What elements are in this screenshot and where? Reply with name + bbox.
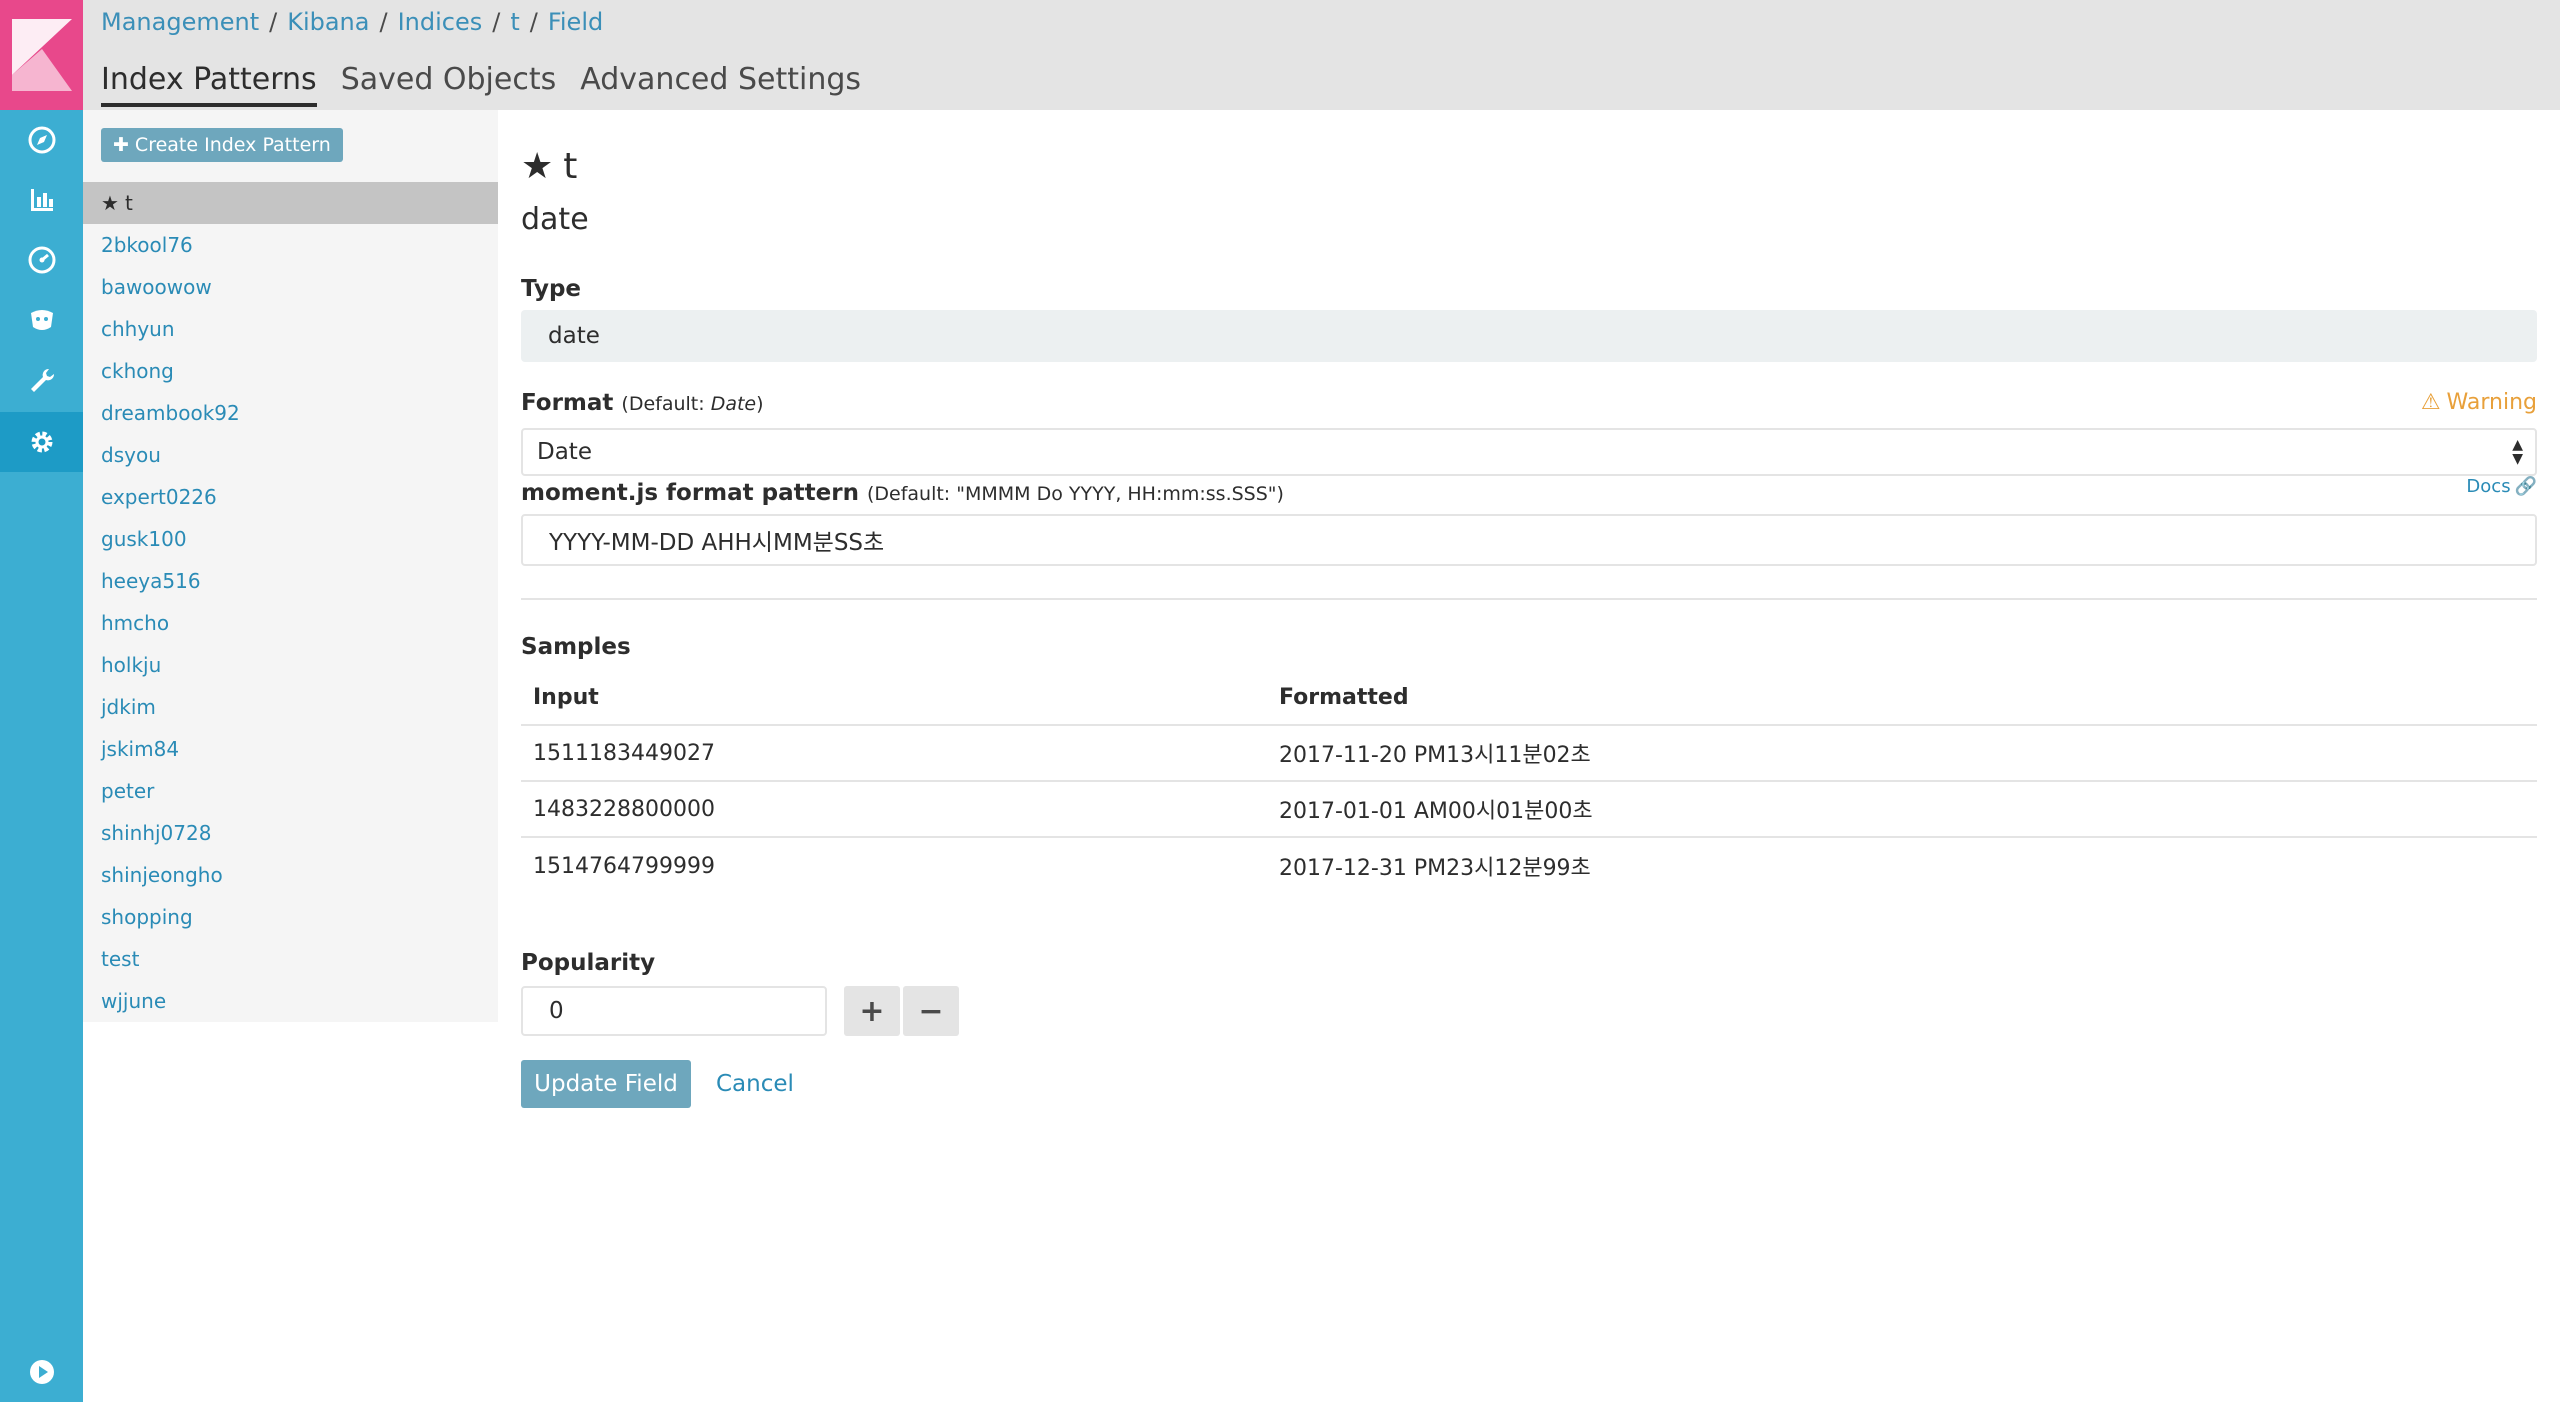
pattern-item[interactable]: shinjeongho	[83, 854, 498, 896]
type-label: Type	[521, 276, 582, 302]
pattern-item[interactable]: shopping	[83, 896, 498, 938]
field-name: date	[521, 202, 589, 237]
page-header: Management / Kibana / Indices / t / Fiel…	[83, 0, 2560, 110]
timelion-icon[interactable]	[0, 290, 83, 350]
format-default: (Default: Date)	[621, 393, 763, 415]
format-default-value: Date	[710, 393, 757, 415]
pattern-item[interactable]: holkju	[83, 644, 498, 686]
breadcrumb-field[interactable]: Field	[548, 8, 603, 36]
table-header: Input Formatted	[521, 670, 2537, 726]
index-pattern-title: t	[563, 146, 578, 187]
pattern-item[interactable]: jdkim	[83, 686, 498, 728]
plus-icon: +	[859, 993, 885, 1029]
star-icon: ★	[101, 191, 119, 215]
index-pattern-list: ★ t 2bkool76 bawoowow chhyun ckhong dream…	[83, 182, 498, 1022]
sample-input: 1514764799999	[533, 853, 715, 879]
breadcrumb-kibana[interactable]: Kibana	[287, 8, 369, 36]
pattern-item[interactable]: heeya516	[83, 560, 498, 602]
pattern-default: (Default: "MMMM Do YYYY, HH:mm:ss.SSS")	[866, 483, 1284, 505]
warning-icon: ⚠	[2420, 390, 2441, 415]
type-value: date	[521, 310, 2537, 362]
star-icon: ★	[521, 146, 554, 187]
sample-input: 1483228800000	[533, 796, 715, 822]
minus-icon: −	[918, 993, 944, 1029]
warning-label: Warning	[2446, 390, 2537, 415]
column-header-formatted: Formatted	[1279, 684, 1409, 710]
format-label-text: Format	[521, 390, 614, 416]
format-label: Format (Default: Date)	[521, 390, 764, 416]
column-header-input: Input	[533, 684, 599, 710]
sample-formatted: 2017-12-31 PM23시12분99초	[1279, 856, 1591, 881]
popularity-label: Popularity	[521, 950, 656, 976]
update-field-button[interactable]: Update Field	[521, 1060, 691, 1108]
tab-index-patterns[interactable]: Index Patterns	[101, 62, 317, 107]
select-arrows-icon: ▲ ▼	[2512, 437, 2523, 467]
table-row: 1511183449027 2017-11-20 PM13시11분02초	[521, 726, 2537, 782]
samples-table: Input Formatted 1511183449027 2017-11-20…	[521, 670, 2537, 894]
docs-label: Docs	[2466, 476, 2511, 497]
breadcrumb-index-pattern[interactable]: t	[510, 8, 519, 36]
sample-input: 1511183449027	[533, 740, 715, 766]
pattern-item[interactable]: jskim84	[83, 728, 498, 770]
format-default-suffix: )	[756, 393, 764, 415]
pattern-item[interactable]: dsyou	[83, 434, 498, 476]
pattern-item-t[interactable]: ★ t	[83, 182, 498, 224]
left-navigation	[0, 0, 83, 1402]
link-icon: 🔗	[2514, 476, 2537, 497]
tab-saved-objects[interactable]: Saved Objects	[341, 62, 557, 107]
popularity-input[interactable]: 0	[521, 986, 827, 1036]
create-index-pattern-label: Create Index Pattern	[134, 134, 331, 156]
collapse-icon[interactable]	[0, 1342, 83, 1402]
pattern-item[interactable]: ckhong	[83, 350, 498, 392]
dev-tools-icon[interactable]	[0, 350, 83, 410]
table-row: 1514764799999 2017-12-31 PM23시12분99초	[521, 838, 2537, 894]
pattern-item[interactable]: shinhj0728	[83, 812, 498, 854]
decrease-popularity-button[interactable]: −	[903, 986, 959, 1036]
divider	[521, 598, 2537, 600]
pattern-item[interactable]: peter	[83, 770, 498, 812]
format-warning[interactable]: ⚠ Warning	[2421, 390, 2537, 415]
pattern-item[interactable]: bawoowow	[83, 266, 498, 308]
table-row: 1483228800000 2017-01-01 AM00시01분00초	[521, 782, 2537, 838]
page-title: ★ t	[521, 146, 577, 187]
tab-advanced-settings[interactable]: Advanced Settings	[580, 62, 861, 107]
pattern-item[interactable]: expert0226	[83, 476, 498, 518]
format-select-value: Date	[537, 439, 592, 465]
breadcrumb-management[interactable]: Management	[101, 8, 259, 36]
pattern-item[interactable]: gusk100	[83, 518, 498, 560]
create-index-pattern-button[interactable]: ✚ Create Index Pattern	[101, 128, 343, 162]
management-icon[interactable]	[0, 412, 83, 472]
management-tabs: Index Patterns Saved Objects Advanced Se…	[101, 62, 861, 107]
index-pattern-sidebar: ✚ Create Index Pattern ★ t 2bkool76 bawoo…	[83, 110, 498, 1022]
breadcrumb-separator: /	[492, 8, 501, 36]
format-default-prefix: (Default:	[621, 393, 711, 415]
breadcrumb: Management / Kibana / Indices / t / Fiel…	[101, 8, 603, 36]
breadcrumb-separator: /	[529, 8, 538, 36]
pattern-item[interactable]: 2bkool76	[83, 224, 498, 266]
breadcrumb-separator: /	[379, 8, 388, 36]
dashboard-icon[interactable]	[0, 230, 83, 290]
pattern-item-label: t	[124, 191, 133, 215]
pattern-label: moment.js format pattern (Default: "MMMM…	[521, 480, 1284, 506]
pattern-item[interactable]: test	[83, 938, 498, 980]
plus-icon: ✚	[113, 134, 129, 156]
increase-popularity-button[interactable]: +	[844, 986, 900, 1036]
format-pattern-input[interactable]: YYYY-MM-DD AHH시MM분SS초	[521, 514, 2537, 566]
breadcrumb-separator: /	[269, 8, 278, 36]
breadcrumb-indices[interactable]: Indices	[398, 8, 483, 36]
discover-icon[interactable]	[0, 110, 83, 170]
samples-label: Samples	[521, 634, 631, 660]
pattern-item[interactable]: dreambook92	[83, 392, 498, 434]
cancel-link[interactable]: Cancel	[716, 1060, 794, 1108]
pattern-item[interactable]: chhyun	[83, 308, 498, 350]
docs-link[interactable]: Docs 🔗	[2466, 476, 2537, 497]
visualize-icon[interactable]	[0, 170, 83, 230]
pattern-label-text: moment.js format pattern	[521, 480, 859, 506]
pattern-item[interactable]: wjjune	[83, 980, 498, 1022]
format-select[interactable]: Date ▲ ▼	[521, 428, 2537, 476]
sample-formatted: 2017-11-20 PM13시11분02초	[1279, 743, 1591, 768]
kibana-logo-icon[interactable]	[0, 0, 83, 110]
sample-formatted: 2017-01-01 AM00시01분00초	[1279, 799, 1593, 824]
pattern-item[interactable]: hmcho	[83, 602, 498, 644]
